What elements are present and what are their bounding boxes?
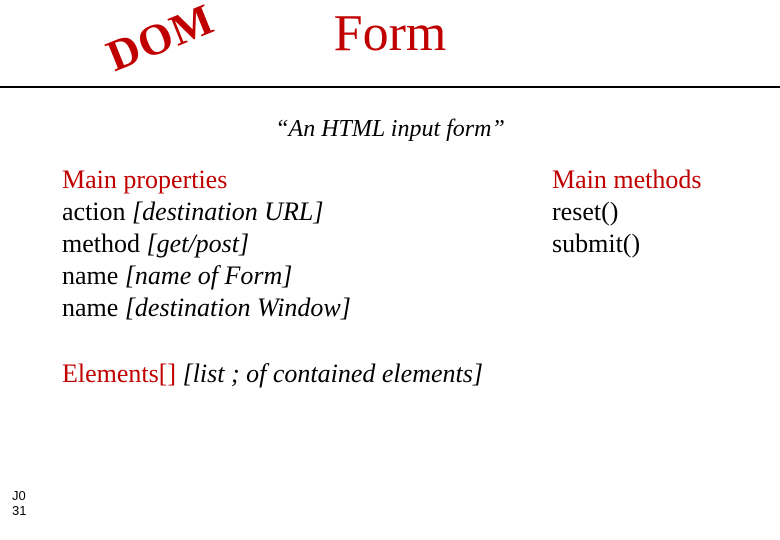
footer-code: J0 [12, 489, 26, 503]
elements-line: Elements[] [list ; of contained elements… [62, 359, 780, 389]
property-desc: [destination URL] [132, 197, 323, 226]
elements-prefix: Elements[] [62, 359, 183, 388]
property-row: name [destination Window] [62, 293, 542, 323]
methods-column: Main methods reset() submit() [542, 161, 740, 325]
property-desc: [name of Form] [125, 261, 293, 290]
property-row: action [destination URL] [62, 197, 542, 227]
property-row: method [get/post] [62, 229, 542, 259]
method-row: submit() [552, 229, 740, 259]
method-row: reset() [552, 197, 740, 227]
property-name: action [62, 197, 126, 226]
property-name: name [62, 293, 118, 322]
properties-column: Main properties action [destination URL]… [62, 161, 542, 325]
property-name: method [62, 229, 140, 258]
slide-title: Form [0, 4, 780, 63]
method-name: submit() [552, 229, 640, 258]
property-name: name [62, 261, 118, 290]
slide-header: DOM Form [0, 0, 780, 88]
property-row: name [name of Form] [62, 261, 542, 291]
method-name: reset() [552, 197, 618, 226]
properties-heading: Main properties [62, 165, 542, 195]
slide-footer: J0 31 [12, 489, 26, 518]
methods-heading: Main methods [552, 165, 740, 195]
elements-desc: [list ; of contained elements] [183, 359, 483, 388]
property-desc: [destination Window] [125, 293, 351, 322]
footer-number: 31 [12, 504, 26, 518]
property-desc: [get/post] [147, 229, 250, 258]
content-area: Main properties action [destination URL]… [0, 143, 780, 325]
slide: DOM Form “An HTML input form” Main prope… [0, 0, 780, 540]
slide-subtitle: “An HTML input form” [0, 116, 780, 143]
